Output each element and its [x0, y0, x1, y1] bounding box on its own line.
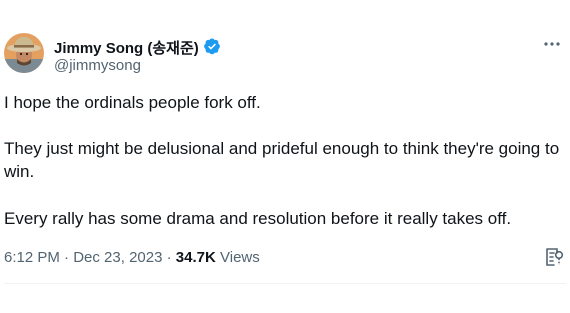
tweet-paragraph: Every rally has some drama and resolutio…	[4, 209, 512, 228]
meta-separator: ·	[64, 249, 70, 266]
tweet-date: Dec 23, 2023	[73, 249, 163, 266]
views-analytics-icon[interactable]	[543, 246, 565, 268]
tweet-time-link[interactable]: 6:12 PM · Dec 23, 2023	[4, 249, 162, 266]
tweet-paragraph: I hope the ordinals people fork off.	[4, 93, 261, 112]
tweet-paragraph: They just might be delusional and pridef…	[4, 139, 560, 181]
divider	[4, 283, 566, 284]
author-display-name[interactable]: Jimmy Song (송재준)	[54, 37, 199, 58]
avatar-icon	[4, 33, 44, 73]
avatar[interactable]	[4, 33, 44, 73]
meta-separator: ·	[166, 249, 172, 266]
tweet-metadata: 6:12 PM · Dec 23, 2023 · 34.7K Views	[4, 249, 260, 266]
views-label: Views	[220, 249, 260, 266]
verified-badge-icon	[204, 38, 220, 55]
views-count: 34.7K	[175, 249, 216, 266]
author-handle[interactable]: @jimmysong	[54, 57, 141, 74]
more-options-icon[interactable]	[542, 34, 562, 54]
tweet-time: 6:12 PM	[4, 249, 60, 266]
